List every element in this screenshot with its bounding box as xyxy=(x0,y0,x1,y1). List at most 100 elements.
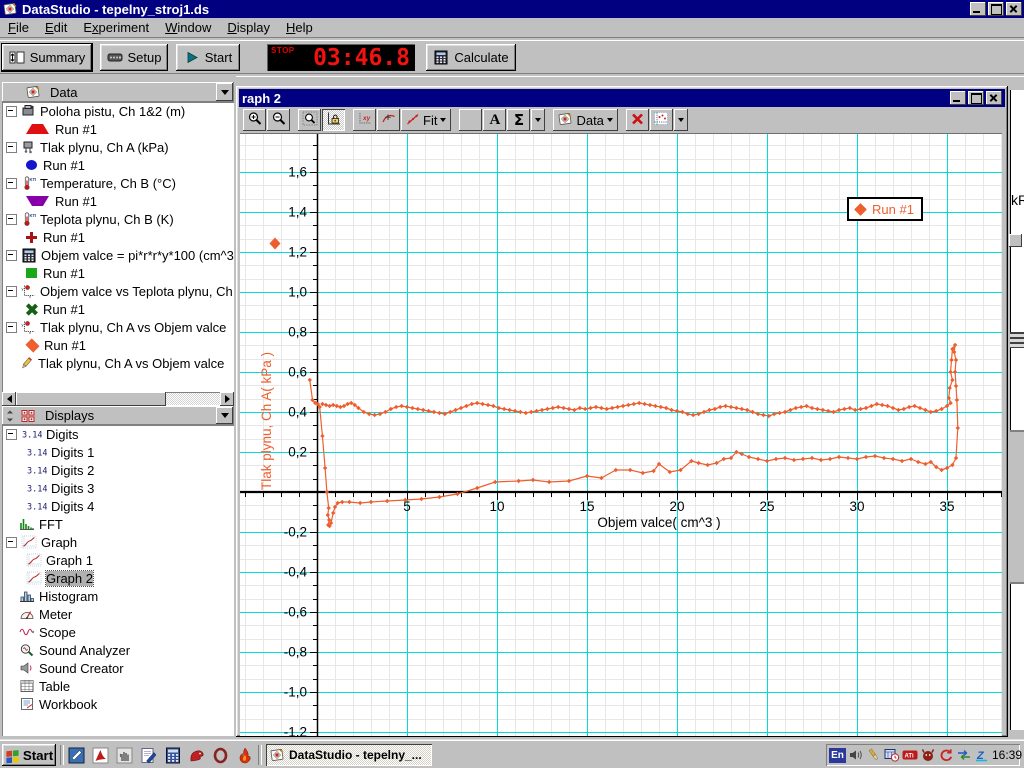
display-row[interactable]: 3.14Digits 2 xyxy=(2,461,234,479)
tray-zone-icon[interactable]: Z xyxy=(974,748,990,763)
display-row[interactable]: Graph 2 xyxy=(2,569,234,587)
tray-devil-icon[interactable] xyxy=(920,748,936,763)
scroll-left-button[interactable] xyxy=(2,392,16,406)
statistics-button[interactable]: Σ xyxy=(507,109,530,131)
quicklaunch-opera-icon[interactable] xyxy=(210,745,231,765)
display-row[interactable]: FFT xyxy=(2,515,234,533)
minimize-button[interactable] xyxy=(970,2,986,16)
start-menu-button[interactable]: Start xyxy=(2,744,56,766)
close-button[interactable] xyxy=(1006,2,1022,16)
menu-display[interactable]: Display xyxy=(219,18,278,37)
menu-help[interactable]: Help xyxy=(278,18,321,37)
tree-collapse-box[interactable] xyxy=(6,322,17,333)
tray-brush-icon[interactable] xyxy=(866,748,882,763)
tray-ati-icon[interactable]: ATi xyxy=(902,748,918,763)
graph-close-button[interactable] xyxy=(986,91,1002,105)
display-row[interactable]: 3.14Digits 4 xyxy=(2,497,234,515)
quicklaunch-notes-icon[interactable] xyxy=(66,745,87,765)
data-row[interactable]: KTDTeplota plynu, Ch B (K) xyxy=(2,210,234,228)
keyboard-layout-indicator[interactable]: En xyxy=(829,748,846,763)
graph-minimize-button[interactable] xyxy=(950,91,966,105)
tree-collapse-box[interactable] xyxy=(6,250,17,261)
data-tree-hscrollbar[interactable] xyxy=(2,392,234,406)
display-row[interactable]: Workbook xyxy=(2,695,234,713)
data-run-row[interactable]: Run #1 xyxy=(2,156,234,174)
menu-window[interactable]: Window xyxy=(157,18,219,37)
display-row[interactable]: 3.14Digits 1 xyxy=(2,443,234,461)
display-row[interactable]: Scope xyxy=(2,623,234,641)
tree-collapse-box[interactable] xyxy=(6,142,17,153)
tray-scheduler-icon[interactable] xyxy=(884,748,900,763)
task-button-datastudio[interactable]: DataStudio - tepelny_... xyxy=(266,744,432,766)
data-run-row[interactable]: Run #1 xyxy=(2,264,234,282)
summary-button[interactable]: Summary xyxy=(2,44,92,71)
quicklaunch-acrobat-icon[interactable] xyxy=(90,745,111,765)
setup-button[interactable]: Setup xyxy=(100,44,168,71)
data-menu-button[interactable]: Data xyxy=(553,109,617,131)
display-row[interactable]: Meter xyxy=(2,605,234,623)
display-row[interactable]: Table xyxy=(2,677,234,695)
zoom-out-button[interactable] xyxy=(267,109,290,131)
display-row[interactable]: Sound Creator xyxy=(2,659,234,677)
displays-panel-header[interactable]: Displays xyxy=(2,406,234,425)
display-row[interactable]: Graph xyxy=(2,533,234,551)
start-button[interactable]: Start xyxy=(176,44,240,71)
tree-collapse-box[interactable] xyxy=(6,106,17,117)
smart-tool-button[interactable] xyxy=(377,109,400,131)
displays-panel-dropdown-button[interactable] xyxy=(216,407,233,424)
quicklaunch-dragon-icon[interactable] xyxy=(186,745,207,765)
menu-edit[interactable]: Edit xyxy=(37,18,75,37)
text-tool-button[interactable]: A xyxy=(483,109,506,131)
quicklaunch-flame-icon[interactable] xyxy=(234,745,255,765)
quicklaunch-calc-blue-icon[interactable] xyxy=(162,745,183,765)
graph-maximize-button[interactable] xyxy=(968,91,984,105)
display-row[interactable]: Sound Analyzer xyxy=(2,641,234,659)
hscrollbar-thumb[interactable] xyxy=(16,392,166,406)
reorder-icon[interactable] xyxy=(4,409,16,423)
calculate-button[interactable] xyxy=(459,109,482,131)
legend[interactable]: Run #1 xyxy=(847,197,923,221)
align-origin-button[interactable]: xy xyxy=(353,109,376,131)
data-row[interactable]: Objem valce = pi*r*r*y*100 (cm^3) xyxy=(2,246,234,264)
tree-collapse-box[interactable] xyxy=(6,286,17,297)
data-row[interactable]: yxObjem valce vs Teplota plynu, Ch xyxy=(2,282,234,300)
plot-area[interactable]: 1,61,41,21,00,80,60,40,2-0,2-0,4-0,6-0,8… xyxy=(240,133,1002,736)
scale-to-fit-button[interactable] xyxy=(322,109,345,131)
data-row[interactable]: KTDTemperature, Ch B (°C) xyxy=(2,174,234,192)
maximize-button[interactable] xyxy=(988,2,1004,16)
remove-button[interactable] xyxy=(626,109,649,131)
display-row[interactable]: Histogram xyxy=(2,587,234,605)
data-panel-header[interactable]: Data xyxy=(2,82,234,102)
tree-collapse-box[interactable] xyxy=(6,214,17,225)
scroll-right-button[interactable] xyxy=(220,392,234,406)
tray-volume-icon[interactable] xyxy=(848,748,864,763)
graph-settings-button[interactable] xyxy=(650,109,673,131)
tree-collapse-box[interactable] xyxy=(6,537,17,548)
display-row[interactable]: 3.14Digits 3 xyxy=(2,479,234,497)
data-row[interactable]: Tlak plynu, Ch A (kPa) xyxy=(2,138,234,156)
data-run-row[interactable]: Run #1 xyxy=(2,228,234,246)
fit-menu-button[interactable]: Fit xyxy=(401,109,451,131)
graph-titlebar[interactable]: raph 2 xyxy=(239,89,1005,107)
data-run-row[interactable]: Run #1 xyxy=(2,192,234,210)
zoom-selection-button[interactable] xyxy=(298,109,321,131)
tray-network-icon[interactable] xyxy=(956,748,972,763)
quicklaunch-hand-icon[interactable] xyxy=(114,745,135,765)
data-row[interactable]: yxTlak plynu, Ch A vs Objem valce xyxy=(2,318,234,336)
display-row[interactable]: Graph 1 xyxy=(2,551,234,569)
data-panel-dropdown-button[interactable] xyxy=(216,83,233,101)
data-run-row[interactable]: Run #1 xyxy=(2,300,234,318)
zoom-in-button[interactable] xyxy=(243,109,266,131)
graph-settings-menu-button[interactable] xyxy=(674,109,688,131)
tree-collapse-box[interactable] xyxy=(6,178,17,189)
display-row[interactable]: 3.14Digits xyxy=(2,425,234,443)
data-run-row[interactable]: Run #1 xyxy=(2,120,234,138)
menu-file[interactable]: File xyxy=(0,18,37,37)
data-row[interactable]: Tlak plynu, Ch A vs Objem valce xyxy=(2,354,234,372)
quicklaunch-pen-document-icon[interactable] xyxy=(138,745,159,765)
tray-refresh-icon[interactable] xyxy=(938,748,954,763)
statistics-menu-button[interactable] xyxy=(531,109,545,131)
data-run-row[interactable]: Run #1 xyxy=(2,336,234,354)
tree-collapse-box[interactable] xyxy=(6,429,17,440)
data-row[interactable]: Poloha pistu, Ch 1&2 (m) xyxy=(2,102,234,120)
